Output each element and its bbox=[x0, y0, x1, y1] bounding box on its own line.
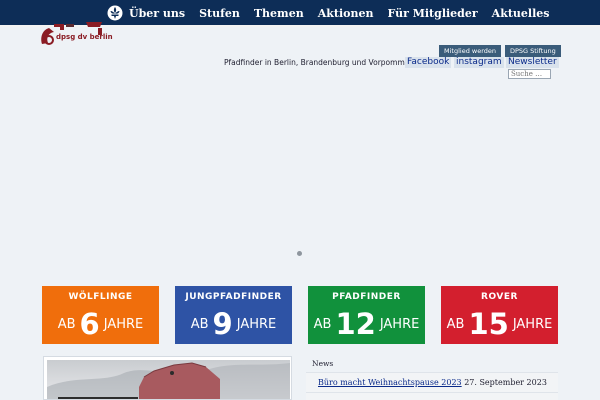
stufe-ab-label: AB bbox=[313, 316, 332, 332]
stufe-jahre-label: JAHRE bbox=[512, 316, 553, 332]
stufe-age: AB 9 JAHRE bbox=[175, 308, 292, 340]
nav-item-fuer-mitglieder[interactable]: Für Mitglieder bbox=[387, 7, 477, 20]
stufe-pfadfinder-tile[interactable]: PFADFINDER AB 12 JAHRE bbox=[308, 286, 425, 344]
nav-menu: Über uns Stufen Themen Aktionen Für Mitg… bbox=[129, 0, 549, 27]
nav-item-themen[interactable]: Themen bbox=[254, 7, 304, 20]
nav-item-stufen[interactable]: Stufen bbox=[199, 7, 240, 20]
search-input[interactable] bbox=[508, 69, 551, 79]
stufe-age-number: 12 bbox=[335, 307, 376, 341]
tagline: Pfadfinder in Berlin, Brandenburg und Vo… bbox=[224, 58, 418, 67]
stufe-age: AB 15 JAHRE bbox=[441, 308, 558, 340]
stufe-ab-label: AB bbox=[446, 316, 465, 332]
stufe-age-number: 6 bbox=[79, 307, 100, 341]
stufe-title: PFADFINDER bbox=[332, 292, 401, 302]
facebook-link[interactable]: Facebook bbox=[405, 57, 452, 68]
logo-text: dpsg dv berlin bbox=[56, 33, 113, 41]
stufe-rover-tile[interactable]: ROVER AB 15 JAHRE bbox=[441, 286, 558, 344]
stufe-jungpfadfinder-tile[interactable]: JUNGPFADFINDER AB 9 JAHRE bbox=[175, 286, 292, 344]
nav-item-aktionen[interactable]: Aktionen bbox=[318, 7, 374, 20]
news-heading: News bbox=[312, 359, 334, 368]
stufe-ab-label: AB bbox=[190, 316, 209, 332]
stufe-age: AB 12 JAHRE bbox=[308, 308, 425, 340]
news-item: Büro macht Weihnachtspause 2023 27. Sept… bbox=[306, 372, 558, 392]
stufe-age: AB 6 JAHRE bbox=[42, 308, 159, 340]
nav-item-ueber-uns[interactable]: Über uns bbox=[129, 7, 185, 20]
stufe-title: WÖLFLINGE bbox=[68, 292, 133, 302]
slider-dot[interactable] bbox=[297, 251, 302, 256]
stufe-woelflinge-tile[interactable]: WÖLFLINGE AB 6 JAHRE bbox=[42, 286, 159, 344]
nav-item-aktuelles[interactable]: Aktuelles bbox=[492, 7, 550, 20]
news-item-link[interactable]: Büro macht Weihnachtspause 2023 bbox=[318, 378, 462, 387]
dpsg-stiftung-button[interactable]: DPSG Stiftung bbox=[505, 45, 561, 57]
stufe-age-number: 9 bbox=[212, 307, 233, 341]
mitglied-werden-button[interactable]: Mitglied werden bbox=[439, 45, 502, 57]
instagram-link[interactable]: instagram bbox=[454, 57, 504, 68]
stufe-jahre-label: JAHRE bbox=[236, 316, 277, 332]
stufe-title: ROVER bbox=[481, 292, 518, 302]
stufe-title: JUNGPFADFINDER bbox=[185, 292, 282, 302]
news-item-cutoff bbox=[306, 392, 558, 400]
news-item-date: 27. September 2023 bbox=[464, 378, 547, 387]
promo-image[interactable] bbox=[43, 356, 292, 400]
stufe-age-number: 15 bbox=[468, 307, 509, 341]
stufe-jahre-label: JAHRE bbox=[379, 316, 420, 332]
promo-picture bbox=[47, 360, 290, 399]
stufe-jahre-label: JAHRE bbox=[103, 316, 144, 332]
newsletter-link[interactable]: Newsletter bbox=[506, 57, 559, 68]
stufe-ab-label: AB bbox=[57, 316, 76, 332]
